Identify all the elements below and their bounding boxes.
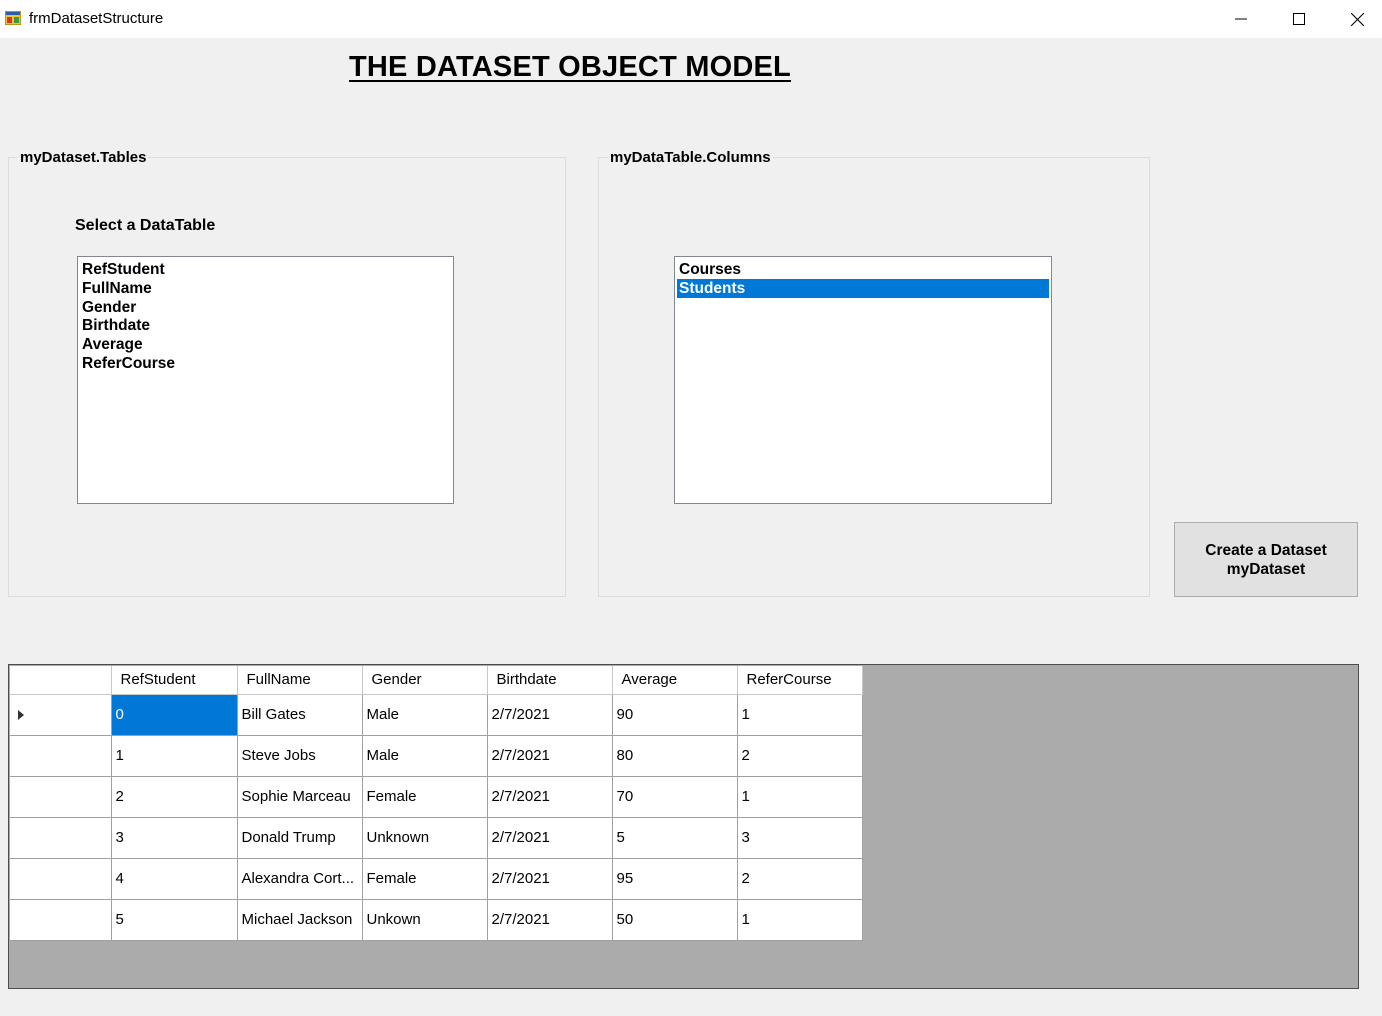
table-row[interactable]: 1 Steve Jobs Male 2/7/2021 80 2 [10,735,863,777]
grid-cell[interactable]: Alexandra Cort... [237,858,363,900]
grid-column-header[interactable]: RefStudent [111,666,238,695]
grid-cell[interactable]: Bill Gates [237,694,363,736]
tables-list-item[interactable]: Average [80,335,451,354]
grid-cell[interactable]: Female [362,776,488,818]
tables-list-item[interactable]: Birthdate [80,316,451,335]
grid-cell[interactable]: Steve Jobs [237,735,363,777]
create-dataset-button[interactable]: Create a Dataset myDataset [1174,522,1358,597]
grid-cell[interactable]: 5 [612,817,738,859]
grid-cell[interactable]: 2 [111,776,238,818]
select-datatable-label: Select a DataTable [75,217,216,234]
row-header[interactable] [10,694,112,736]
row-header[interactable] [10,776,112,818]
grid-cell[interactable]: 2/7/2021 [487,694,613,736]
tables-groupbox-legend: myDataset.Tables [18,149,149,166]
columns-list-item[interactable]: Courses [677,260,1049,279]
grid-column-header[interactable]: Birthdate [487,666,613,695]
grid-cell[interactable]: 2/7/2021 [487,858,613,900]
grid-cell[interactable]: 95 [612,858,738,900]
grid-cell[interactable]: Donald Trump [237,817,363,859]
grid-cell[interactable]: Sophie Marceau [237,776,363,818]
close-button[interactable] [1328,0,1382,38]
winforms-app-icon [5,11,21,25]
grid-cell[interactable]: Michael Jackson [237,899,363,941]
data-grid-table: RefStudent FullName Gender Birthdate Average… [10,666,863,941]
table-row[interactable]: 3 Donald Trump Unknown 2/7/2021 5 3 [10,817,863,859]
maximize-button[interactable] [1270,0,1328,38]
table-row[interactable]: 0 Bill Gates Male 2/7/2021 90 1 [10,694,863,736]
window-title: frmDatasetStructure [29,10,164,27]
columns-list-item[interactable]: Students [677,278,1049,298]
grid-cell[interactable]: 2/7/2021 [487,899,613,941]
grid-cell[interactable]: 2 [737,735,863,777]
grid-cell[interactable]: Female [362,858,488,900]
grid-cell[interactable]: 0 [111,694,238,736]
row-header[interactable] [10,735,112,777]
tables-list-item[interactable]: Gender [80,298,451,317]
minimize-icon [1235,18,1247,20]
columns-groupbox-legend: myDataTable.Columns [608,149,773,166]
row-header[interactable] [10,899,112,941]
minimize-button[interactable] [1212,0,1270,38]
grid-cell[interactable]: 3 [111,817,238,859]
grid-column-header[interactable]: ReferCourse [737,666,863,695]
row-header[interactable] [10,858,112,900]
close-icon [1350,12,1364,26]
grid-cell[interactable]: 2/7/2021 [487,817,613,859]
grid-cell[interactable]: 2 [737,858,863,900]
current-row-arrow-icon [18,709,24,720]
grid-column-header[interactable]: Gender [362,666,488,695]
table-row[interactable]: 2 Sophie Marceau Female 2/7/2021 70 1 [10,776,863,818]
title-bar: frmDatasetStructure [0,0,1382,38]
grid-cell[interactable]: Male [362,694,488,736]
create-dataset-button-line1: Create a Dataset [1205,541,1327,559]
grid-cell[interactable]: Unknown [362,817,488,859]
maximize-icon [1293,13,1305,25]
grid-top-left-header[interactable] [10,666,112,695]
grid-column-header[interactable]: FullName [237,666,363,695]
columns-listbox[interactable]: Courses Students [674,256,1052,504]
grid-cell[interactable]: 80 [612,735,738,777]
tables-list-item[interactable]: RefStudent [80,260,451,279]
grid-cell[interactable]: 2/7/2021 [487,776,613,818]
grid-cell[interactable]: Male [362,735,488,777]
tables-list-item[interactable]: ReferCourse [80,354,451,373]
grid-cell[interactable]: Unkown [362,899,488,941]
grid-cell[interactable]: 2/7/2021 [487,735,613,777]
page-title: THE DATASET OBJECT MODEL [349,51,791,83]
grid-cell[interactable]: 1 [737,899,863,941]
data-grid[interactable]: RefStudent FullName Gender Birthdate Average… [8,664,1359,989]
create-dataset-button-line2: myDataset [1226,560,1306,578]
grid-cell[interactable]: 3 [737,817,863,859]
grid-cell[interactable]: 70 [612,776,738,818]
grid-column-header[interactable]: Average [612,666,738,695]
table-row[interactable]: 4 Alexandra Cort... Female 2/7/2021 95 2 [10,858,863,900]
tables-list-item[interactable]: FullName [80,279,451,298]
grid-cell[interactable]: 1 [737,694,863,736]
grid-cell[interactable]: 1 [111,735,238,777]
tables-listbox[interactable]: RefStudent FullName Gender Birthdate Average… [77,256,454,504]
grid-cell[interactable]: 1 [737,776,863,818]
table-row[interactable]: 5 Michael Jackson Unkown 2/7/2021 50 1 [10,899,863,941]
grid-cell[interactable]: 5 [111,899,238,941]
grid-cell[interactable]: 50 [612,899,738,941]
row-header[interactable] [10,817,112,859]
grid-cell[interactable]: 4 [111,858,238,900]
grid-cell[interactable]: 90 [612,694,738,736]
